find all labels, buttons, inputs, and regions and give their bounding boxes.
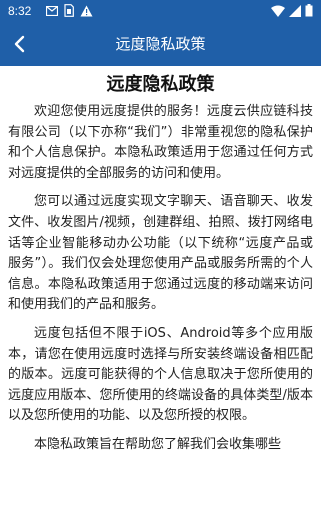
signal-icon — [289, 4, 301, 17]
policy-paragraph: 本隐私政策旨在帮助您了解我们会收集哪些 — [34, 436, 282, 452]
policy-paragraph: 您可以通过远度实现文字聊天、语音聊天、收发文件、收发图片/视频，创建群组、拍照、… — [8, 194, 313, 313]
warning-icon — [80, 5, 93, 17]
status-time: 8:32 — [8, 4, 32, 18]
policy-paragraph: 欢迎您使用远度提供的服务！远度云供应链科技有限公司（以下亦称“我们”）非常重视您… — [8, 104, 313, 181]
document-title: 远度隐私政策 — [106, 74, 215, 95]
screen: 8:32 远度隐私政策 远度隐私政策 欢迎您使用远度提供的服务！远度云供应链科技… — [0, 0, 321, 524]
status-left-icons — [46, 4, 93, 17]
wifi-icon — [271, 5, 285, 17]
policy-paragraph: 远度包括但不限于iOS、Android等多个应用版本，请您在使用远度时选择与所安… — [8, 325, 313, 424]
status-right-icons — [271, 4, 313, 17]
app-bar-title: 远度隐私政策 — [115, 35, 206, 53]
status-bar: 8:32 — [0, 0, 321, 22]
sim-icon — [64, 4, 74, 17]
policy-content[interactable]: 远度隐私政策 欢迎您使用远度提供的服务！远度云供应链科技有限公司（以下亦称“我们… — [0, 66, 321, 524]
mail-icon — [46, 5, 58, 16]
battery-icon — [305, 4, 313, 17]
app-bar: 远度隐私政策 — [0, 22, 321, 66]
